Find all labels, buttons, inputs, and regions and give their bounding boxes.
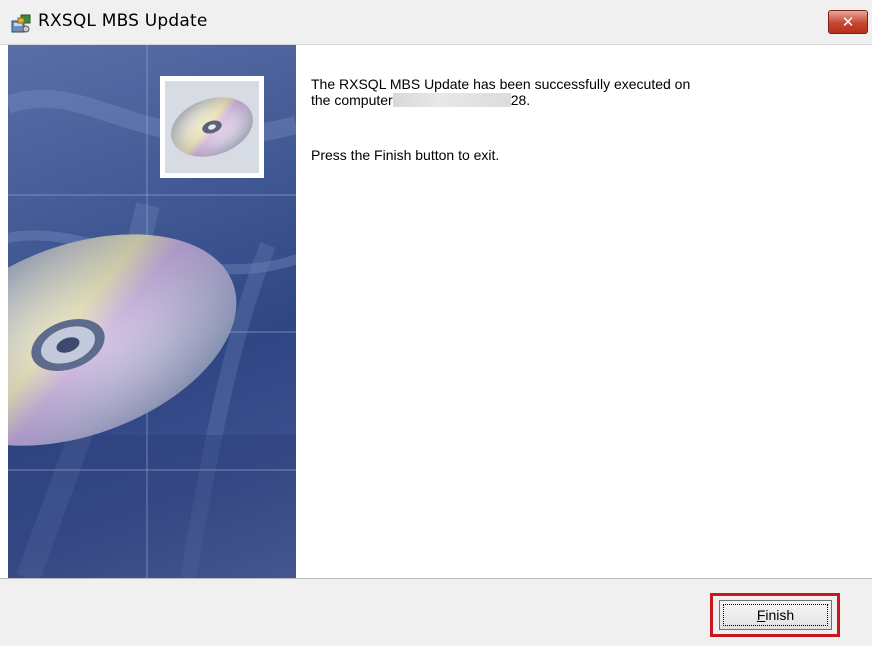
finish-button-label: Finish — [720, 607, 831, 623]
window-title: RXSQL MBS Update — [38, 11, 208, 31]
wizard-content: The RXSQL MBS Update has been successful… — [296, 45, 872, 578]
exit-instruction: Press the Finish button to exit. — [311, 147, 500, 163]
finish-label-rest: inish — [765, 607, 795, 623]
wizard-banner-image — [8, 45, 296, 578]
close-icon: ✕ — [841, 13, 855, 31]
cd-artwork — [8, 45, 296, 578]
installer-icon — [11, 14, 31, 33]
redacted-computer-name — [392, 93, 511, 107]
close-button[interactable]: ✕ — [828, 10, 868, 34]
computer-suffix: 28. — [510, 92, 531, 108]
message-line-1: The RXSQL MBS Update has been successful… — [311, 76, 691, 92]
button-bar: Finish — [0, 578, 872, 646]
computer-label: the computer — [311, 92, 393, 108]
finish-button[interactable]: Finish — [719, 600, 832, 630]
completion-message: The RXSQL MBS Update has been successful… — [311, 76, 851, 108]
message-line-2: the computer 28. — [311, 92, 851, 108]
title-bar[interactable]: RXSQL MBS Update ✕ — [0, 0, 872, 45]
